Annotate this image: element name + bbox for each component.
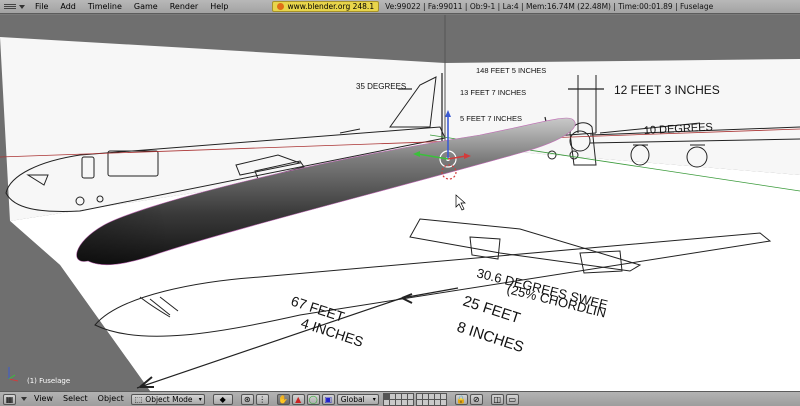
- lock-icon: 🔒: [456, 394, 467, 404]
- label-12-feet: 12 FEET 3 INCHES: [614, 83, 720, 97]
- menu-object[interactable]: Object: [93, 392, 129, 406]
- label-5-feet: 5 FEET 7 INCHES: [460, 114, 522, 123]
- scene-info: www.blender.org 248.1 Ve:99022 | Fa:9901…: [272, 0, 713, 14]
- screen-icon: ▭: [508, 394, 517, 404]
- menu-help[interactable]: Help: [204, 0, 234, 14]
- scale-manipulator[interactable]: ▣: [321, 393, 335, 405]
- shading-icon: ◆: [219, 394, 226, 404]
- menu-render[interactable]: Render: [164, 0, 204, 14]
- blender-logo-icon: [277, 3, 285, 10]
- scale-icon: ▣: [324, 394, 333, 404]
- translate-icon: ▲: [295, 394, 302, 404]
- scene-stats: Ve:99022 | Fa:99011 | Ob:9-1 | La:4 | Me…: [385, 2, 714, 11]
- menu-file[interactable]: File: [29, 0, 54, 14]
- magnet-icon: ⊘: [472, 394, 480, 404]
- active-object-label: (1) Fuselage: [27, 377, 71, 385]
- hand-icon: ✋: [278, 394, 289, 404]
- 3d-viewport[interactable]: 35 DEGREES 148 FEET 5 INCHES 13 FEET 7 I…: [0, 15, 800, 391]
- dropdown-arrow-icon: ▾: [198, 395, 202, 403]
- editor-type-icon[interactable]: [4, 2, 16, 12]
- layer-group-1[interactable]: [382, 392, 414, 406]
- pivot-icon: ⊛: [243, 394, 251, 404]
- rotate-icon: ◯: [308, 394, 318, 404]
- label-148-feet: 148 FEET 5 INCHES: [476, 66, 546, 75]
- snap-toggle[interactable]: ⊘: [469, 393, 483, 405]
- translate-manipulator[interactable]: ▲: [291, 393, 305, 405]
- mode-selector[interactable]: ⬚ Object Mode ▾: [130, 393, 205, 405]
- layer-buttons[interactable]: [382, 392, 447, 406]
- object-mode-icon: ⬚: [134, 394, 143, 404]
- info-header: File Add Timeline Game Render Help www.b…: [0, 0, 800, 14]
- rotate-manipulator[interactable]: ◯: [306, 393, 320, 405]
- header-collapse-icon[interactable]: [19, 4, 25, 9]
- mode-label: Object Mode: [145, 394, 193, 404]
- layer-group-2[interactable]: [415, 392, 447, 406]
- label-35-degrees: 35 DEGREES: [356, 82, 406, 91]
- grid-icon: ▦: [5, 394, 14, 404]
- view-menus: View Select Object: [29, 392, 129, 406]
- orientation-label: Global: [340, 394, 365, 404]
- viewport-scene: 35 DEGREES 148 FEET 5 INCHES 13 FEET 7 I…: [0, 15, 800, 391]
- menu-game[interactable]: Game: [128, 0, 164, 14]
- site-label: www.blender.org 248.1: [287, 1, 375, 11]
- menu-view[interactable]: View: [29, 392, 58, 406]
- manipulator-toggle[interactable]: ✋: [276, 393, 290, 405]
- lock-layers-button[interactable]: 🔒: [454, 393, 468, 405]
- editor-type-selector[interactable]: ▦: [3, 393, 16, 405]
- 3d-view-header: ▦ View Select Object ⬚ Object Mode ▾ ◆ ⊛…: [0, 391, 800, 406]
- label-13-feet: 13 FEET 7 INCHES: [460, 88, 526, 97]
- layer-lock-icon: ⋮: [258, 394, 267, 404]
- orientation-selector[interactable]: Global ▾: [336, 393, 379, 405]
- menu-timeline[interactable]: Timeline: [82, 0, 128, 14]
- draw-type-selector[interactable]: ◆: [212, 393, 233, 405]
- dropdown-arrow-icon: ▾: [372, 395, 376, 403]
- header-collapse-icon[interactable]: [21, 397, 27, 401]
- opengl-render-button[interactable]: ▭: [505, 393, 519, 405]
- pivot-selector[interactable]: ⊛: [240, 393, 254, 405]
- render-icon: ◫: [493, 394, 502, 404]
- render-preview-button[interactable]: ◫: [490, 393, 504, 405]
- main-menu: File Add Timeline Game Render Help: [29, 0, 234, 14]
- menu-select[interactable]: Select: [58, 392, 93, 406]
- blender-org-link[interactable]: www.blender.org 248.1: [272, 1, 380, 12]
- menu-add[interactable]: Add: [54, 0, 82, 14]
- layer-lock-button[interactable]: ⋮: [255, 393, 269, 405]
